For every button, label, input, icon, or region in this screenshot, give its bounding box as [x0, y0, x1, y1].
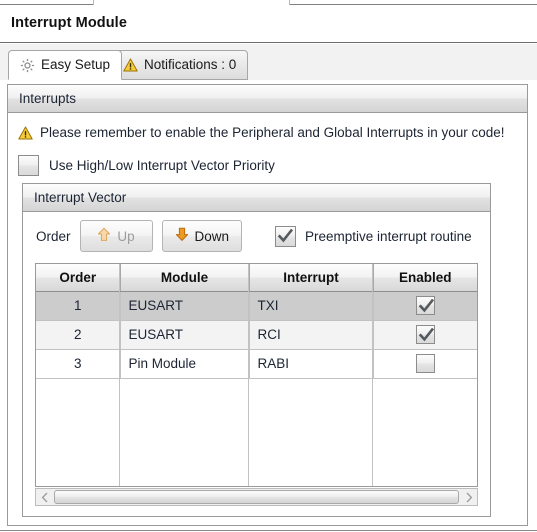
- order-controls-row: Order Up Down Preemptive interrupt routi…: [36, 220, 472, 252]
- chevron-left-icon[interactable]: [36, 489, 53, 505]
- interrupt-vector-table: Order Module Interrupt Enabled 1 EUSART …: [36, 264, 477, 379]
- row-enabled-checkbox[interactable]: [415, 325, 435, 344]
- cell-order: 2: [36, 320, 121, 350]
- title-bar: Interrupt Module: [0, 5, 537, 43]
- interrupts-panel-header: Interrupts: [8, 85, 527, 113]
- cell-order: 1: [36, 291, 121, 321]
- tab-easy-setup[interactable]: Easy Setup: [8, 50, 123, 80]
- interrupt-vector-table-wrapper[interactable]: Order Module Interrupt Enabled 1 EUSART …: [35, 263, 478, 487]
- interrupts-panel-title: Interrupts: [19, 91, 77, 106]
- bottom-rule: [0, 530, 537, 531]
- interrupt-vector-panel-title: Interrupt Vector: [34, 190, 127, 205]
- interrupt-module-window: Interrupt Module Easy Setup Notification…: [0, 0, 537, 532]
- preemptive-routine-row: Preemptive interrupt routine: [275, 225, 472, 247]
- order-label: Order: [36, 228, 71, 244]
- cell-module: EUSART: [120, 291, 250, 321]
- interrupts-warning-banner: Please remember to enable the Peripheral…: [18, 125, 505, 140]
- move-down-button[interactable]: Down: [161, 220, 243, 252]
- cell-interrupt: RABI: [249, 349, 374, 379]
- cell-module: Pin Module: [120, 349, 250, 379]
- warning-triangle-icon: [123, 58, 138, 72]
- high-low-priority-label: Use High/Low Interrupt Vector Priority: [49, 158, 275, 173]
- cell-enabled: [373, 349, 477, 379]
- interrupts-panel: Interrupts Please remember to enable the…: [7, 84, 528, 526]
- preemptive-routine-label: Preemptive interrupt routine: [305, 228, 472, 244]
- table-row[interactable]: 1 EUSART TXI: [36, 291, 477, 321]
- column-header-order[interactable]: Order: [36, 264, 121, 292]
- column-header-interrupt[interactable]: Interrupt: [249, 264, 374, 292]
- arrow-down-icon: [175, 227, 189, 245]
- cell-module: EUSART: [120, 320, 250, 350]
- column-header-module[interactable]: Module: [120, 264, 250, 292]
- chevron-right-icon[interactable]: [460, 489, 477, 505]
- move-down-label: Down: [194, 228, 230, 244]
- row-enabled-checkbox[interactable]: [415, 354, 435, 373]
- scrollbar-thumb[interactable]: [54, 490, 459, 504]
- move-up-button[interactable]: Up: [79, 220, 153, 252]
- interrupt-vector-panel: Interrupt Vector Order Up Down Preemptiv…: [22, 183, 491, 517]
- table-header-row: Order Module Interrupt Enabled: [36, 264, 477, 292]
- cell-enabled: [373, 291, 477, 321]
- gear-icon: [20, 58, 35, 73]
- high-low-priority-checkbox[interactable]: [18, 155, 39, 176]
- move-up-label: Up: [117, 228, 135, 244]
- table-horizontal-scrollbar[interactable]: [35, 488, 478, 506]
- tab-notifications-label: Notifications : 0: [144, 57, 237, 73]
- tab-easy-setup-label: Easy Setup: [41, 57, 111, 73]
- cell-order: 3: [36, 349, 121, 379]
- column-header-enabled[interactable]: Enabled: [373, 264, 477, 292]
- interrupt-vector-panel-header: Interrupt Vector: [23, 184, 490, 212]
- high-low-priority-row: Use High/Low Interrupt Vector Priority: [18, 155, 275, 176]
- tab-notifications[interactable]: Notifications : 0: [111, 50, 249, 80]
- table-row[interactable]: 3 Pin Module RABI: [36, 349, 477, 379]
- tab-strip: Easy Setup Notifications : 0: [0, 44, 537, 80]
- page-title: Interrupt Module: [11, 15, 127, 31]
- cell-enabled: [373, 320, 477, 350]
- cell-interrupt: TXI: [249, 291, 374, 321]
- scrollbar-track[interactable]: [53, 489, 460, 505]
- warning-triangle-icon: [18, 126, 33, 140]
- interrupts-warning-text: Please remember to enable the Peripheral…: [40, 125, 505, 140]
- arrow-up-icon: [97, 227, 111, 245]
- row-enabled-checkbox[interactable]: [415, 296, 435, 315]
- cell-interrupt: RCI: [249, 320, 374, 350]
- preemptive-routine-checkbox[interactable]: [275, 225, 297, 247]
- table-row[interactable]: 2 EUSART RCI: [36, 320, 477, 350]
